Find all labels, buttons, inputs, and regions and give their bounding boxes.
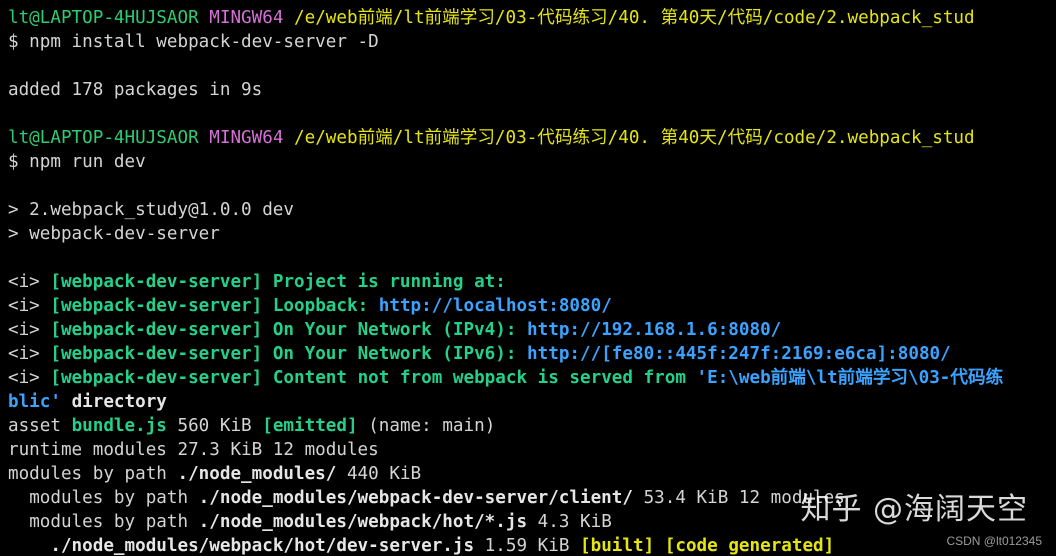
dev-server-line: ./node_modules/webpack/hot/dev-server.js… — [8, 534, 1056, 556]
ipv6-url[interactable]: http://[fe80::445f:247f:2169:e6ca]:8080/ — [527, 344, 951, 364]
info-line-1: <i> [webpack-dev-server] Project is runn… — [8, 270, 1056, 294]
modules-path: ./node_modules/webpack/hot/*.js — [198, 512, 528, 532]
csdn-credit: CSDN @lt012345 — [946, 534, 1042, 548]
prompt-user: lt@LAPTOP-4HUJSAOR — [8, 8, 199, 28]
info-tag: [webpack-dev-server] — [50, 368, 263, 388]
info-tag: [webpack-dev-server] — [50, 344, 263, 364]
modules-path: ./node_modules/webpack-dev-server/client… — [198, 488, 633, 508]
info-label: On Your Network (IPv4): — [272, 320, 517, 340]
modules-prefix: modules by path — [8, 464, 167, 484]
wrapped-line: blic' directory — [8, 390, 1056, 414]
command-line-2: $ npm run dev — [8, 152, 146, 172]
loopback-url[interactable]: http://localhost:8080/ — [379, 296, 612, 316]
dev-server-path: ./node_modules/webpack/hot/dev-server.js — [50, 536, 475, 556]
info-label: Loopback: — [272, 296, 369, 316]
asset-name: (name: main) — [368, 416, 496, 436]
script-line-2: > webpack-dev-server — [8, 224, 220, 244]
content-path: 'E:\web前端\lt前端学习\03-代码练 — [696, 368, 1004, 388]
asset-file: bundle.js — [71, 416, 167, 436]
prompt-path: /e/web前端/lt前端学习/03-代码练习/40. 第40天/代码/code… — [294, 128, 975, 148]
modules-size: 4.3 KiB — [537, 512, 612, 532]
modules-prefix: modules by path — [29, 512, 189, 532]
runtime-line: runtime modules 27.3 KiB 12 modules — [8, 440, 379, 460]
info-prefix: <i> — [8, 320, 40, 340]
script-line-1: > 2.webpack_study@1.0.0 dev — [8, 200, 294, 220]
asset-line: asset bundle.js 560 KiB [emitted] (name:… — [8, 414, 1056, 438]
info-tag: [webpack-dev-server] — [50, 320, 263, 340]
info-label: Content not from webpack is served from — [272, 368, 686, 388]
prompt-line-2: lt@LAPTOP-4HUJSAOR MINGW64 /e/web前端/lt前端… — [8, 126, 1056, 150]
prompt-path: /e/web前端/lt前端学习/03-代码练习/40. 第40天/代码/code… — [294, 8, 975, 28]
info-tag: [webpack-dev-server] — [50, 296, 263, 316]
modules-path-line-1: modules by path ./node_modules/ 440 KiB — [8, 462, 1056, 486]
info-prefix: <i> — [8, 368, 40, 388]
output-added: added 178 packages in 9s — [8, 80, 263, 100]
asset-size: 560 KiB — [177, 416, 252, 436]
info-tag: [webpack-dev-server] — [50, 272, 263, 292]
modules-path: ./node_modules/ — [177, 464, 337, 484]
code-generated-tag: [code generated] — [664, 536, 835, 556]
prompt-user: lt@LAPTOP-4HUJSAOR — [8, 128, 199, 148]
prompt-shell: MINGW64 — [209, 128, 284, 148]
info-prefix: <i> — [8, 296, 40, 316]
terminal-output: lt@LAPTOP-4HUJSAOR MINGW64 /e/web前端/lt前端… — [8, 6, 1056, 556]
asset-word: asset — [8, 416, 61, 436]
ipv4-url[interactable]: http://192.168.1.6:8080/ — [527, 320, 781, 340]
info-line-4: <i> [webpack-dev-server] On Your Network… — [8, 342, 1056, 366]
info-line-2: <i> [webpack-dev-server] Loopback: http:… — [8, 294, 1056, 318]
modules-size: 440 KiB — [346, 464, 422, 484]
modules-prefix: modules by path — [29, 488, 189, 508]
info-prefix: <i> — [8, 344, 40, 364]
asset-emitted: [emitted] — [262, 416, 358, 436]
info-label: On Your Network (IPv6): — [272, 344, 517, 364]
info-prefix: <i> — [8, 272, 40, 292]
info-line-5: <i> [webpack-dev-server] Content not fro… — [8, 366, 1056, 390]
built-tag: [built] — [580, 536, 655, 556]
dev-server-size: 1.59 KiB — [484, 536, 570, 556]
prompt-line-1: lt@LAPTOP-4HUJSAOR MINGW64 /e/web前端/lt前端… — [8, 6, 1056, 30]
prompt-shell: MINGW64 — [209, 8, 284, 28]
zhihu-watermark: 知乎 @海阔天空 — [800, 492, 1028, 527]
info-line-3: <i> [webpack-dev-server] On Your Network… — [8, 318, 1056, 342]
wrapped-path-end: blic' — [8, 392, 61, 412]
info-text: Project is running at: — [272, 272, 506, 292]
command-line-1: $ npm install webpack-dev-server -D — [8, 32, 379, 52]
wrapped-directory: directory — [71, 392, 167, 412]
